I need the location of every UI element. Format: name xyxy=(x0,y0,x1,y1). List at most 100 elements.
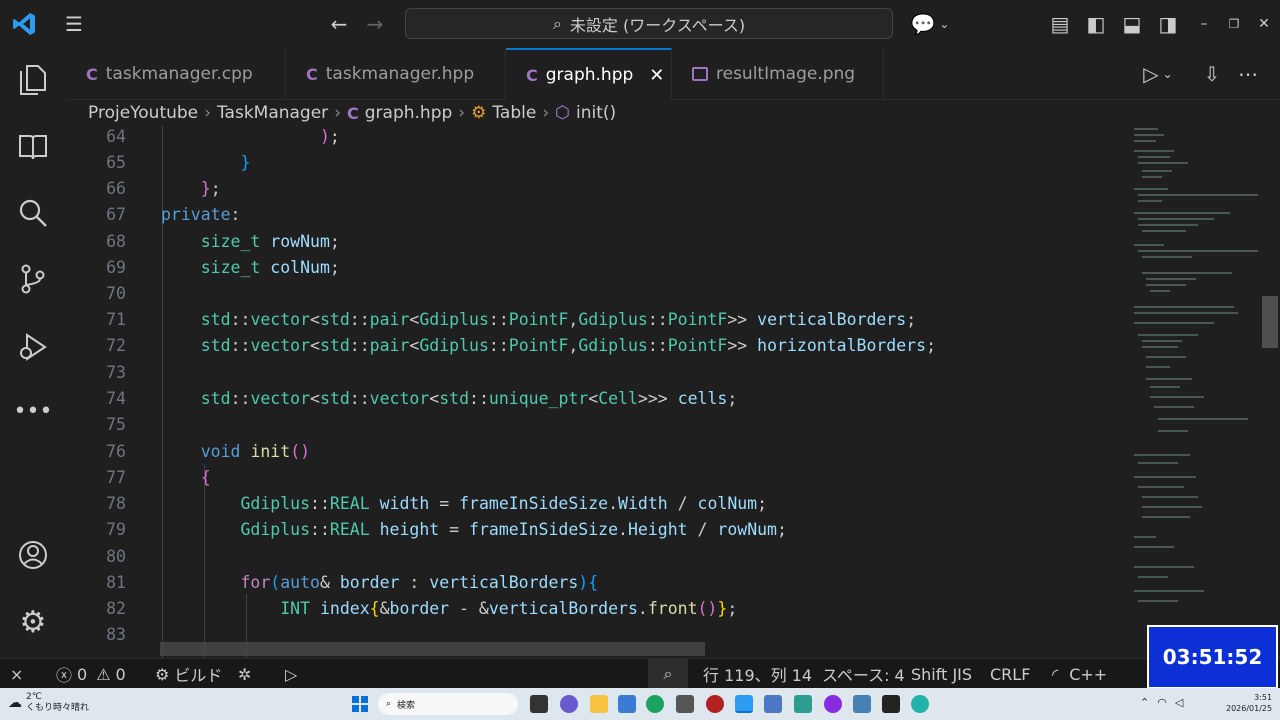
indentation[interactable]: スペース: 4 xyxy=(822,659,905,689)
minimize-window-icon[interactable]: – xyxy=(1190,10,1218,38)
cursor-position-label: 行 119、列 14 xyxy=(703,666,813,685)
menu-icon[interactable]: ☰ xyxy=(60,10,88,38)
toggle-panel-icon[interactable]: ⬓ xyxy=(1118,10,1146,38)
source-control-icon[interactable] xyxy=(14,260,52,298)
breadcrumb-item-file[interactable]: graph.hpp xyxy=(365,103,453,123)
minimap-line xyxy=(1146,284,1186,286)
remote-indicator[interactable]: ⨯ xyxy=(10,659,23,689)
taskbar-search[interactable]: ⌕ 検索 xyxy=(378,693,518,715)
more-views-icon[interactable]: ••• xyxy=(14,392,53,430)
app-icon[interactable] xyxy=(706,695,724,713)
search-icon[interactable] xyxy=(14,194,52,232)
edge-browser-icon[interactable] xyxy=(646,695,664,713)
breadcrumb-item-class[interactable]: Table xyxy=(492,103,536,123)
taskbar-clock[interactable]: 3:51 2026/01/25 xyxy=(1226,692,1272,714)
breadcrumb-item-subfolder[interactable]: TaskManager xyxy=(217,103,328,123)
close-window-icon[interactable]: ✕ xyxy=(1250,10,1278,38)
command-center-search[interactable]: ⌕ 未設定 (ワークスペース) xyxy=(405,8,893,39)
scrollbar-thumb[interactable] xyxy=(1262,296,1278,348)
app-icon[interactable] xyxy=(911,695,929,713)
warning-icon: ⚠ xyxy=(96,664,111,684)
zoom-indicator[interactable]: ⌕ xyxy=(648,659,688,689)
tab-taskmanager-cpp[interactable]: C taskmanager.cpp xyxy=(66,48,286,100)
forward-arrow-icon[interactable]: → xyxy=(361,10,389,38)
minimap-line xyxy=(1138,334,1198,336)
vertical-scrollbar[interactable] xyxy=(1260,126,1280,658)
horizontal-scrollbar[interactable] xyxy=(160,642,705,656)
account-icon[interactable] xyxy=(14,536,52,574)
minimap-line xyxy=(1134,244,1164,246)
app-icon[interactable] xyxy=(853,695,871,713)
minimap-line xyxy=(1142,506,1202,508)
editor-tabs: C taskmanager.cpp C taskmanager.hpp C gr… xyxy=(66,48,1280,100)
toggle-primary-sidebar-icon[interactable]: ◧ xyxy=(1082,10,1110,38)
debug-button[interactable]: ✲ xyxy=(238,659,251,689)
more-actions-icon[interactable]: ⋯ xyxy=(1234,60,1262,88)
code-text: }; xyxy=(200,178,221,198)
store-icon[interactable] xyxy=(676,695,694,713)
copilot-icon[interactable] xyxy=(560,695,578,713)
class-symbol-icon: ⚙ xyxy=(471,103,487,123)
copilot-chat-icon[interactable]: 💬 ⌄ xyxy=(908,10,952,38)
close-tab-icon[interactable]: ✕ xyxy=(649,65,664,86)
minimap-line xyxy=(1138,200,1162,202)
code-line: 65 } xyxy=(66,149,1128,175)
app-icon[interactable] xyxy=(618,695,636,713)
toggle-secondary-sidebar-icon[interactable]: ◨ xyxy=(1154,10,1182,38)
open-book-icon[interactable] xyxy=(14,128,52,166)
minimap-line xyxy=(1142,256,1192,258)
minimap-line xyxy=(1142,516,1190,518)
explorer-icon[interactable] xyxy=(14,60,52,98)
encoding[interactable]: Shift JIS xyxy=(911,659,972,689)
vscode-taskbar-icon[interactable] xyxy=(735,695,753,713)
compare-changes-icon[interactable]: ⇩ xyxy=(1198,60,1226,88)
build-button[interactable]: ⚙ ビルド xyxy=(155,659,222,689)
customize-layout-icon[interactable]: ▤ xyxy=(1046,10,1074,38)
run-code-icon[interactable]: ▷ ⌄ xyxy=(1143,60,1172,88)
minimap-line xyxy=(1138,218,1214,220)
line-number: 81 xyxy=(106,572,126,592)
code-editor[interactable]: 64 ); 65 } 66 }; 67 private: 68 size_t ro… xyxy=(66,126,1128,658)
file-explorer-icon[interactable] xyxy=(590,695,608,713)
minimap-line xyxy=(1134,128,1158,130)
settings-gear-icon[interactable]: ⚙ xyxy=(14,603,52,641)
cursor-position[interactable]: 行 119、列 14 xyxy=(703,659,812,689)
code-line: 80 xyxy=(66,543,1128,569)
app-icon[interactable] xyxy=(794,695,812,713)
code-text: INT index{&border - &verticalBorders.fro… xyxy=(280,598,738,618)
weather-widget[interactable]: ☁ 2℃ くもり時々晴れ xyxy=(8,692,89,714)
minimap-line xyxy=(1138,600,1178,602)
app-icon[interactable] xyxy=(764,695,782,713)
app-icon[interactable] xyxy=(824,695,842,713)
tab-resultimage-png[interactable]: resultImage.png xyxy=(672,48,884,100)
code-line: 70 xyxy=(66,280,1128,306)
line-ending[interactable]: CRLF xyxy=(990,659,1030,689)
line-number: 64 xyxy=(106,126,126,146)
minimap-line xyxy=(1138,162,1188,164)
minimap-line xyxy=(1150,396,1204,398)
breadcrumb-item-folder[interactable]: ProjeYoutube xyxy=(88,103,198,123)
task-view-icon[interactable] xyxy=(530,695,548,713)
back-arrow-icon[interactable]: ← xyxy=(325,10,353,38)
weather-temp: 2℃ xyxy=(26,692,42,702)
line-number: 77 xyxy=(106,467,126,487)
minimap[interactable] xyxy=(1128,126,1260,658)
weather-icon: ☁ xyxy=(8,695,22,711)
code-text: size_t colNum; xyxy=(200,257,340,277)
run-button[interactable]: ▷ xyxy=(285,659,297,689)
minimap-line xyxy=(1134,140,1156,142)
restore-window-icon[interactable]: ❐ xyxy=(1220,10,1248,38)
windows-start-icon[interactable] xyxy=(352,696,368,712)
problems-indicator[interactable]: ⓧ 0 ⚠ 0 xyxy=(56,659,126,689)
code-line: 72 std::vector<std::pair<Gdiplus::PointF… xyxy=(66,332,1128,358)
terminal-icon[interactable] xyxy=(882,695,900,713)
tab-graph-hpp[interactable]: C graph.hpp ✕ xyxy=(506,48,672,100)
run-and-debug-icon[interactable] xyxy=(14,328,52,366)
breadcrumb-item-method[interactable]: init() xyxy=(576,103,616,123)
bug-icon: ✲ xyxy=(238,664,252,684)
code-line: 82 INT index{&border - &verticalBorders.… xyxy=(66,595,1128,621)
tab-taskmanager-hpp[interactable]: C taskmanager.hpp xyxy=(286,48,506,100)
loading-spinner-icon: ◜ xyxy=(1052,664,1059,684)
system-tray[interactable]: ⌃ ◠ ◁ xyxy=(1140,696,1183,709)
language-mode[interactable]: ◜ C++ xyxy=(1052,659,1107,689)
